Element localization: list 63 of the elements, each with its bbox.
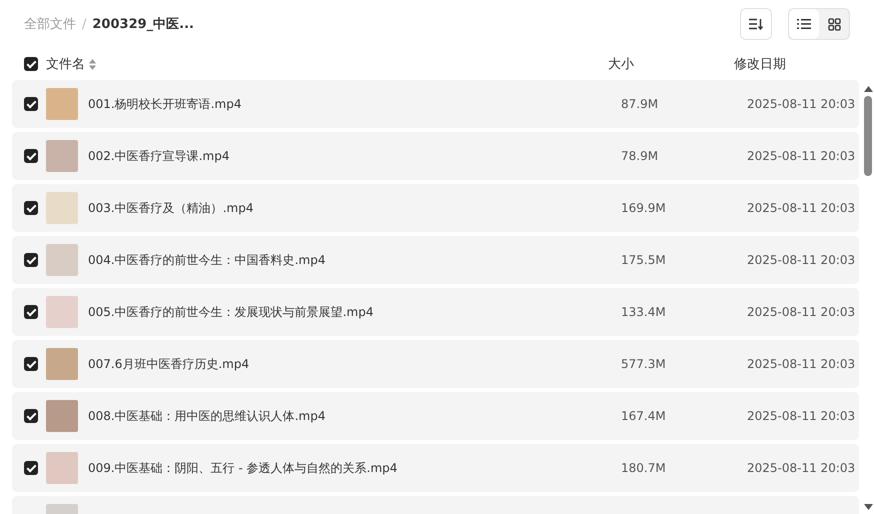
file-row[interactable]: 001.杨明校长开班寄语.mp4 87.9M 2025-08-11 20:03 bbox=[12, 80, 859, 128]
file-row[interactable]: 002.中医香疗宣导课.mp4 78.9M 2025-08-11 20:03 bbox=[12, 132, 859, 180]
sort-icon bbox=[749, 18, 763, 30]
file-size: 87.9M bbox=[621, 97, 660, 111]
file-row[interactable]: 004.中医香疗的前世今生：中国香料史.mp4 175.5M 2025-08-11 20:03 bbox=[12, 236, 859, 284]
file-name: 001.杨明校长开班寄语.mp4 bbox=[88, 96, 242, 112]
modified-date: 2025-08-11 20:03 bbox=[747, 97, 856, 111]
column-header[interactable]: 文件名 bbox=[46, 55, 85, 73]
modified-date: 2025-08-11 20:03 bbox=[747, 305, 856, 319]
modified-date: 2025-08-11 20:03 bbox=[747, 253, 856, 267]
photo-placeholder bbox=[46, 296, 78, 328]
file-size: 577.3M bbox=[621, 357, 667, 371]
checkbox[interactable] bbox=[24, 409, 38, 423]
file-row[interactable]: 009.中医基础：阴阳、五行 - 参透人体与自然的关系.mp4 180.7M 2025-08-11 20:03 bbox=[12, 444, 859, 492]
scrollbar-thumb[interactable] bbox=[864, 96, 872, 176]
modified-date: 2025-08-11 20:03 bbox=[747, 201, 856, 215]
photo-placeholder bbox=[46, 400, 78, 432]
file-name: 003.中医香疗及（精油）.mp4 bbox=[88, 200, 254, 216]
file-name: 008.中医基础：用中医的思维认识人体.mp4 bbox=[88, 408, 326, 424]
photo-placeholder bbox=[46, 348, 78, 380]
modified-date: 2025-08-11 20:03 bbox=[747, 409, 856, 423]
scroll-down-icon[interactable] bbox=[864, 504, 872, 510]
file-name: 004.中医香疗的前世今生：中国香料史.mp4 bbox=[88, 252, 326, 268]
breadcrumb-separator: / bbox=[82, 16, 86, 32]
modified-date: 2025-08-11 20:03 bbox=[747, 461, 856, 475]
checkbox[interactable] bbox=[24, 149, 38, 163]
photo-placeholder bbox=[46, 452, 78, 484]
modified-date: 2025-08-11 20:03 bbox=[747, 149, 856, 163]
file-size: 169.9M bbox=[621, 201, 667, 215]
file-name: 007.6月班中医香疗历史.mp4 bbox=[88, 356, 250, 372]
file-name: 009.中医基础：阴阳、五行 - 参透人体与自然的关系.mp4 bbox=[88, 460, 398, 476]
list-icon bbox=[797, 18, 811, 30]
photo-placeholder bbox=[46, 192, 78, 224]
list-view-button[interactable] bbox=[789, 9, 819, 39]
photo-placeholder bbox=[46, 88, 78, 120]
file-row[interactable]: 007.6月班中医香疗历史.mp4 577.3M 2025-08-11 20:03 bbox=[12, 340, 859, 388]
checkbox[interactable] bbox=[24, 253, 38, 267]
current-folder: 200329_中医... bbox=[92, 16, 194, 33]
file-size: 78.9M bbox=[621, 149, 660, 163]
photo-placeholder bbox=[46, 244, 78, 276]
file-name: 005.中医香疗的前世今生：发展现状与前景展望.mp4 bbox=[88, 304, 374, 320]
scroll-up-icon[interactable] bbox=[864, 86, 872, 92]
file-size: 175.5M bbox=[621, 253, 667, 267]
checkbox[interactable] bbox=[24, 305, 38, 319]
file-name: 002.中医香疗宣导课.mp4 bbox=[88, 148, 230, 164]
photo-placeholder bbox=[46, 140, 78, 172]
file-size: 167.4M bbox=[621, 409, 667, 423]
column-header: 大小 bbox=[608, 56, 635, 73]
file-row[interactable]: 005.中医香疗的前世今生：发展现状与前景展望.mp4 133.4M 2025-08-11 20:03 bbox=[12, 288, 859, 336]
sort-icon bbox=[89, 58, 96, 70]
sort-button[interactable] bbox=[740, 8, 772, 40]
checkbox[interactable] bbox=[24, 357, 38, 371]
column-header: 修改日期 bbox=[734, 56, 787, 73]
checkbox[interactable] bbox=[24, 57, 38, 71]
checkbox[interactable] bbox=[24, 201, 38, 215]
file-size: 133.4M bbox=[621, 305, 667, 319]
modified-date: 2025-08-11 20:03 bbox=[747, 357, 856, 371]
checkbox[interactable] bbox=[24, 461, 38, 475]
grid-icon bbox=[828, 18, 840, 30]
file-size: 180.7M bbox=[621, 461, 667, 475]
checkbox[interactable] bbox=[24, 97, 38, 111]
file-row[interactable]: 003.中医香疗及（精油）.mp4 169.9M 2025-08-11 20:03 bbox=[12, 184, 859, 232]
file-row[interactable]: 008.中医基础：用中医的思维认识人体.mp4 167.4M 2025-08-11 20:03 bbox=[12, 392, 859, 440]
